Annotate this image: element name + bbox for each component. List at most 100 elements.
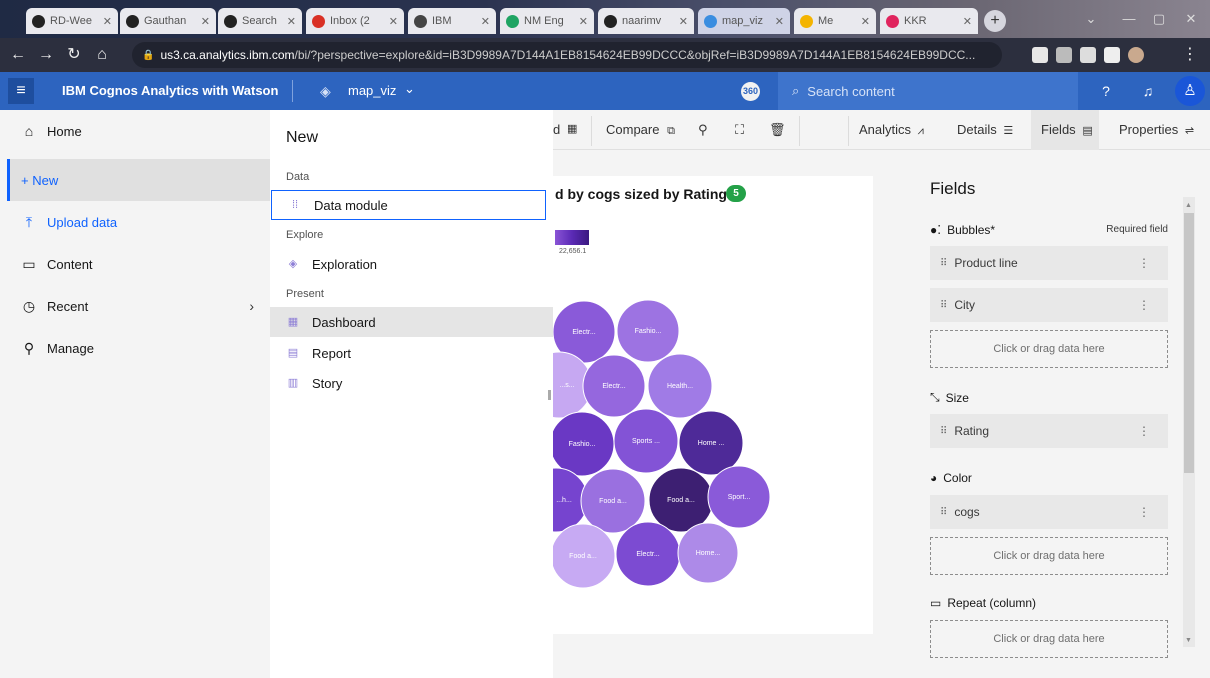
kkr-icon: [886, 14, 899, 28]
analytics-label: Analytics: [859, 122, 912, 137]
pin-icon[interactable]: ⚲: [698, 122, 708, 138]
bubble[interactable]: Sport...: [707, 465, 771, 529]
bubble[interactable]: Electr...: [582, 354, 646, 418]
bubble[interactable]: Fashio...: [553, 411, 615, 477]
close-tab-icon[interactable]: ✕: [201, 15, 210, 28]
nav-manage[interactable]: ⚲ Manage: [7, 327, 270, 369]
bubble[interactable]: Fashio...: [616, 299, 680, 363]
exploration-icon: ◈: [320, 83, 331, 99]
sidebar-icon[interactable]: [1104, 47, 1120, 63]
tab-search-icon[interactable]: ⌄: [1072, 6, 1110, 32]
forward-icon[interactable]: →: [36, 45, 56, 65]
menu-item-report[interactable]: ▤ Report: [270, 338, 553, 368]
bubble[interactable]: Food a...: [553, 523, 616, 589]
nav-recent[interactable]: ◷ Recent ›: [7, 285, 270, 327]
close-tab-icon[interactable]: ✕: [775, 15, 784, 28]
profile-icon[interactable]: [1128, 47, 1144, 63]
browser-tab-active[interactable]: map_viz ✕: [698, 8, 790, 34]
resize-handle[interactable]: [548, 390, 551, 400]
field-pill-cogs[interactable]: ⠿ cogs ⋮: [930, 495, 1168, 529]
asset-name[interactable]: map_viz: [348, 83, 396, 98]
close-tab-icon[interactable]: ✕: [679, 15, 688, 28]
browser-tab[interactable]: naarimv ✕: [598, 8, 694, 34]
bubble[interactable]: Health...: [647, 353, 713, 419]
bubble[interactable]: Home ...: [678, 410, 744, 476]
delete-icon[interactable]: 🗑: [769, 122, 786, 138]
close-tab-icon[interactable]: ✕: [389, 15, 398, 28]
details-tab[interactable]: Details ☰: [957, 122, 1013, 137]
menu-item-story[interactable]: ▥ Story: [270, 368, 553, 398]
overflow-menu-icon[interactable]: ⋮: [1138, 298, 1150, 312]
new-tab-button[interactable]: +: [984, 10, 1006, 32]
back-icon[interactable]: ←: [8, 45, 28, 65]
analytics-tab[interactable]: Analytics ⩘: [859, 122, 924, 138]
drag-handle-icon[interactable]: ⠿: [940, 426, 947, 437]
scrollbar-thumb[interactable]: [1184, 213, 1194, 473]
fields-tab[interactable]: Fields ▤: [1041, 122, 1093, 137]
table-icon[interactable]: ▦: [567, 122, 577, 135]
nav-new[interactable]: + New: [7, 159, 270, 201]
reload-icon[interactable]: ↻: [64, 45, 84, 65]
color-dropzone[interactable]: Click or drag data here: [930, 537, 1168, 575]
overflow-menu-icon[interactable]: ⋮: [1138, 505, 1150, 519]
extension-icon[interactable]: [1056, 47, 1072, 63]
browser-tab[interactable]: RD-Wee ✕: [26, 8, 118, 34]
properties-tab[interactable]: Properties ⇌: [1119, 122, 1194, 137]
field-pill-city[interactable]: ⠿ City ⋮: [930, 288, 1168, 322]
drag-handle-icon[interactable]: ⠿: [940, 258, 947, 269]
visualization-card[interactable]: Electr... Fashio... ...s... Electr... Health…: [553, 176, 873, 634]
bubble[interactable]: Home...: [677, 522, 739, 584]
close-tab-icon[interactable]: ✕: [287, 15, 296, 28]
browser-tab[interactable]: Me ✕: [794, 8, 876, 34]
url-field[interactable]: 🔒 us3.ca.analytics.ibm.com /bi/?perspect…: [132, 42, 1002, 68]
browser-tab[interactable]: NM Eng ✕: [500, 8, 594, 34]
close-tab-icon[interactable]: ✕: [103, 15, 112, 28]
overflow-menu-icon[interactable]: ⋮: [1138, 424, 1150, 438]
reading-list-icon[interactable]: [1080, 47, 1096, 63]
close-tab-icon[interactable]: ✕: [481, 15, 490, 28]
overflow-menu-icon[interactable]: ⋮: [1138, 256, 1150, 270]
menu-item-data-module[interactable]: ⁞⁞ Data module: [271, 190, 546, 220]
field-pill-product-line[interactable]: ⠿ Product line ⋮: [930, 246, 1168, 280]
user-icon[interactable]: ♙: [1175, 76, 1205, 106]
fullscreen-icon[interactable]: ⛶: [735, 122, 744, 138]
help-icon[interactable]: ?: [1096, 81, 1116, 101]
packed-bubble-chart[interactable]: Electr... Fashio... ...s... Electr... Health…: [553, 176, 873, 634]
drag-handle-icon[interactable]: ⠿: [940, 300, 947, 311]
bubble[interactable]: Food a...: [648, 467, 714, 533]
bubble[interactable]: Food a...: [580, 468, 646, 534]
close-tab-icon[interactable]: ✕: [963, 15, 972, 28]
close-window-icon[interactable]: ✕: [1172, 6, 1210, 32]
notifications-icon[interactable]: ♫: [1138, 81, 1158, 101]
scroll-down-icon[interactable]: ▼: [1185, 637, 1192, 644]
menu-item-exploration[interactable]: ◈ Exploration: [270, 249, 553, 279]
browser-tab[interactable]: Inbox (2 ✕: [306, 8, 404, 34]
drag-handle-icon[interactable]: ⠿: [940, 507, 947, 518]
bubble[interactable]: Sports ...: [613, 408, 679, 474]
browser-tab[interactable]: Search ✕: [218, 8, 302, 34]
nav-home[interactable]: ⌂ Home: [7, 110, 270, 152]
scroll-up-icon[interactable]: ▲: [1185, 202, 1192, 209]
toolbar-partial-label[interactable]: d: [553, 122, 560, 137]
badge-360[interactable]: 360: [741, 82, 760, 101]
browser-tab[interactable]: IBM ✕: [408, 8, 496, 34]
nav-upload-data[interactable]: ⤒ Upload data: [7, 201, 270, 243]
bubble[interactable]: Electr...: [615, 521, 681, 587]
browser-menu-icon[interactable]: ⋮: [1180, 45, 1200, 65]
repeat-dropzone[interactable]: Click or drag data here: [930, 620, 1168, 658]
insight-count-badge[interactable]: 5: [726, 185, 746, 202]
compare-button[interactable]: Compare ⧉: [606, 122, 675, 138]
search-input[interactable]: ⌕ Search content: [778, 72, 1078, 110]
home-icon[interactable]: ⌂: [92, 45, 112, 65]
close-tab-icon[interactable]: ✕: [579, 15, 588, 28]
menu-icon[interactable]: ≡: [8, 78, 34, 104]
nav-content[interactable]: ▭ Content: [7, 243, 270, 285]
close-tab-icon[interactable]: ✕: [861, 15, 870, 28]
menu-item-dashboard[interactable]: ▦ Dashboard: [270, 307, 553, 337]
extension-icon[interactable]: [1032, 47, 1048, 63]
bubbles-dropzone[interactable]: Click or drag data here: [930, 330, 1168, 368]
field-pill-rating[interactable]: ⠿ Rating ⋮: [930, 414, 1168, 448]
browser-tab[interactable]: KKR ✕: [880, 8, 978, 34]
chevron-down-icon[interactable]: ⌄: [404, 81, 415, 97]
browser-tab[interactable]: Gauthan ✕: [120, 8, 216, 34]
